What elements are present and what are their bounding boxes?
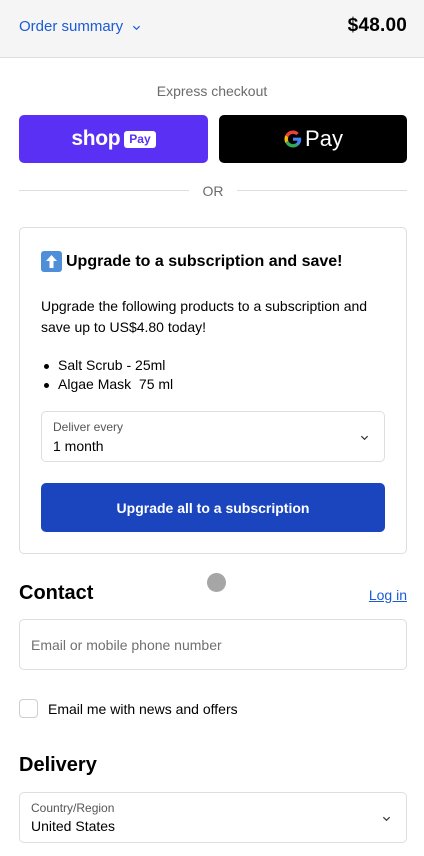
express-checkout-title: Express checkout: [156, 83, 268, 99]
log-in-link[interactable]: Log in: [369, 587, 407, 603]
shop-pay-button[interactable]: shop Pay: [19, 115, 208, 163]
upsell-title: Upgrade to a subscription and save!: [41, 251, 343, 272]
shop-pay-chip: Pay: [124, 130, 156, 148]
newsletter-checkbox[interactable]: [19, 699, 38, 718]
country-region-label: Country/Region: [31, 801, 115, 815]
divider-line: [237, 190, 407, 191]
cursor-indicator: [207, 573, 226, 592]
or-divider: OR: [19, 183, 407, 199]
google-g-icon: [284, 130, 302, 148]
upsell-title-text: Upgrade to a subscription and save!: [66, 252, 343, 270]
email-field[interactable]: [19, 619, 407, 670]
chevron-down-icon: [133, 25, 141, 31]
google-pay-text: Pay: [305, 126, 343, 151]
contact-title: Contact: [19, 582, 94, 604]
chevron-down-icon: [360, 435, 369, 441]
list-item: Algae Mask 75 ml: [41, 375, 173, 394]
list-item: Salt Scrub - 25ml: [41, 356, 173, 375]
deliver-frequency-value: 1 month: [53, 438, 104, 454]
country-region-value: United States: [31, 818, 116, 834]
upgrade-subscription-button[interactable]: Upgrade all to a subscription: [41, 483, 385, 532]
upsell-product-list: Salt Scrub - 25ml Algae Mask 75 ml: [41, 356, 173, 394]
or-text: OR: [202, 183, 224, 199]
delivery-title: Delivery: [19, 754, 97, 776]
order-summary-toggle[interactable]: Order summary: [19, 18, 141, 35]
newsletter-label: Email me with news and offers: [48, 700, 238, 717]
deliver-frequency-select[interactable]: Deliver every 1 month: [41, 411, 385, 462]
order-summary-label: Order summary: [19, 18, 124, 35]
order-summary-bar: Order summary $48.00: [0, 0, 424, 58]
newsletter-checkbox-row[interactable]: Email me with news and offers: [19, 699, 238, 718]
google-pay-button[interactable]: Pay: [219, 115, 407, 163]
deliver-frequency-label: Deliver every: [53, 420, 124, 434]
upsell-description: Upgrade the following products to a subs…: [41, 298, 368, 335]
chevron-down-icon: [382, 816, 391, 822]
up-arrow-emoji-icon: [41, 251, 62, 272]
shop-pay-logo-text: shop: [71, 127, 121, 150]
country-region-select[interactable]: Country/Region United States: [19, 792, 407, 843]
order-total: $48.00: [347, 15, 407, 36]
subscription-upsell-card: Upgrade to a subscription and save! Upgr…: [19, 227, 407, 554]
